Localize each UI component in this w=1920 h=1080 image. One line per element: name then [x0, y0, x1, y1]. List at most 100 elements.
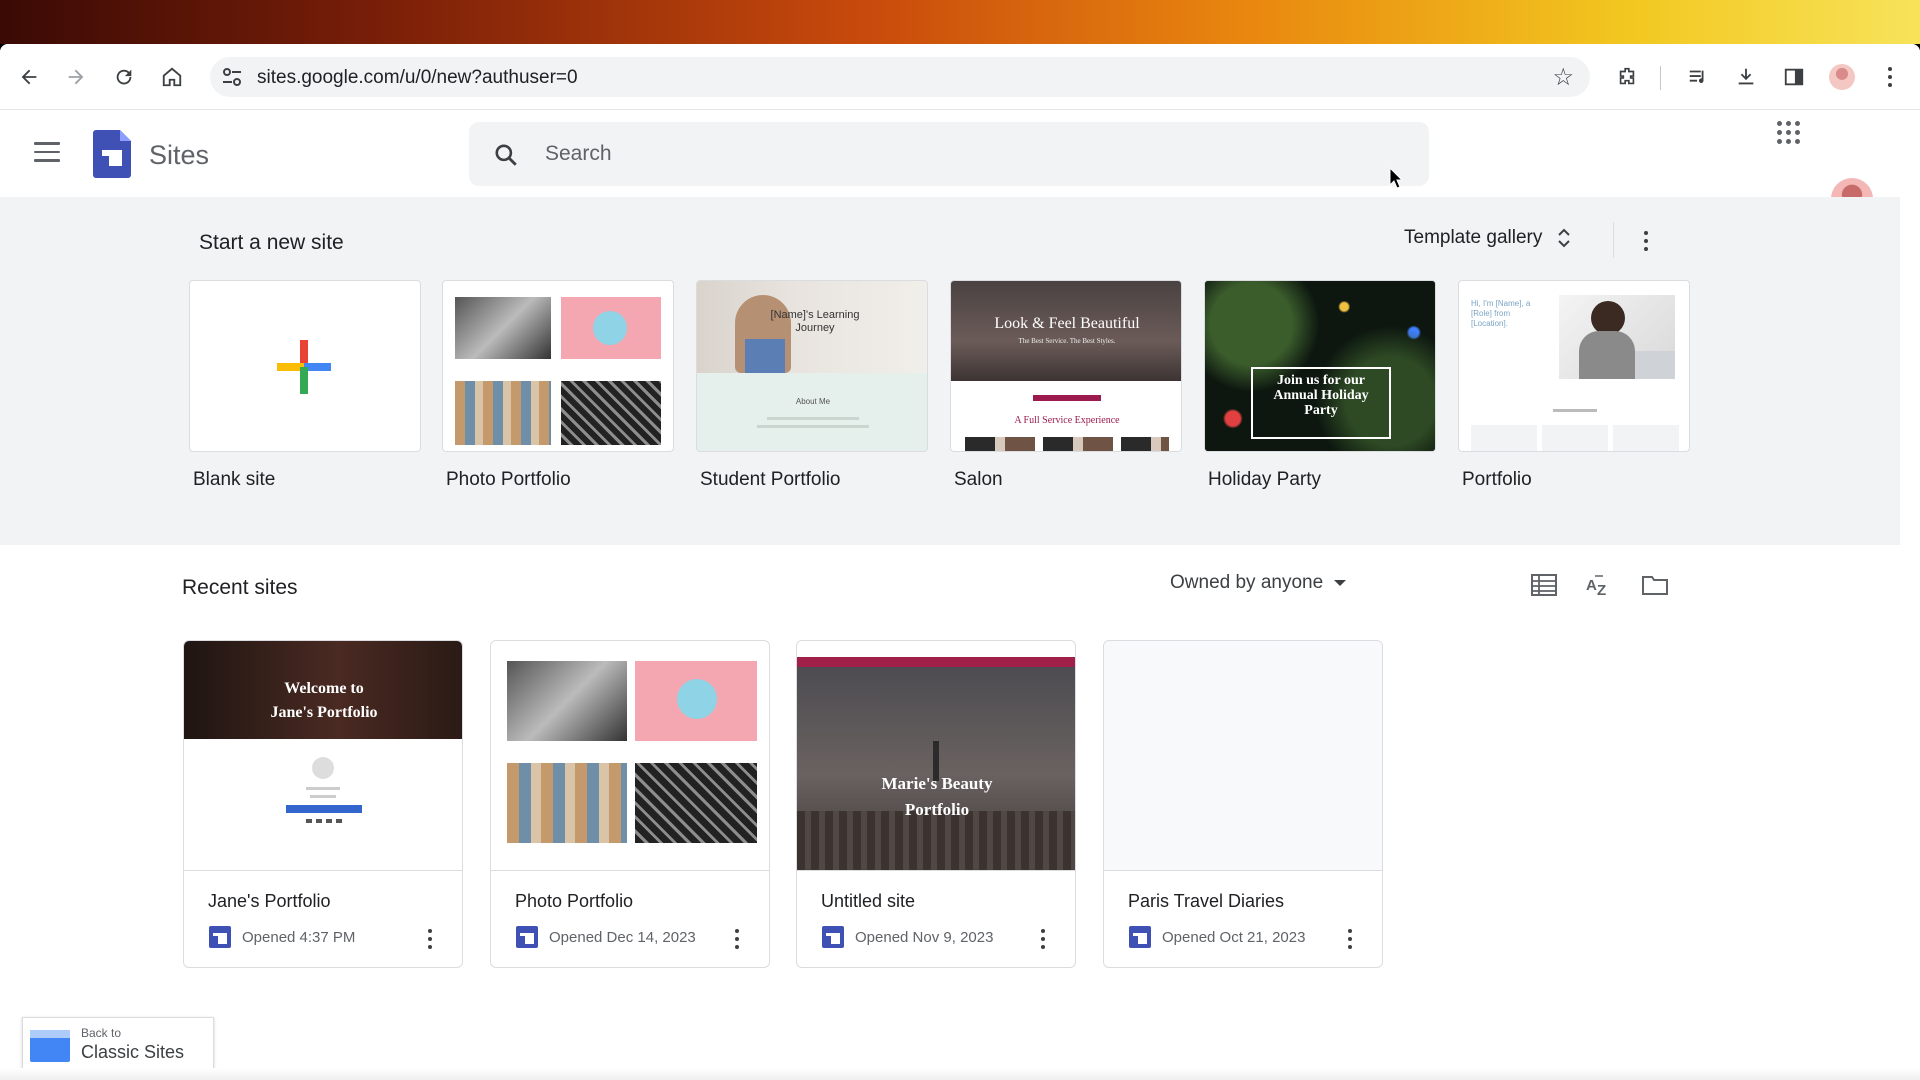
back-icon[interactable] — [13, 61, 45, 93]
home-icon[interactable] — [156, 61, 188, 93]
template-thumbnail[interactable]: Look & Feel Beautiful The Best Service. … — [950, 280, 1182, 452]
site-opened-date: Opened Oct 21, 2023 — [1162, 928, 1306, 946]
template-thumbnail[interactable]: Join us for our Annual Holiday Party — [1204, 280, 1436, 452]
site-opened-date: Opened Nov 9, 2023 — [855, 928, 994, 946]
svg-text:A: A — [1586, 577, 1597, 594]
main-menu-icon[interactable] — [34, 142, 60, 162]
google-apps-icon[interactable] — [1776, 120, 1800, 144]
recent-sites-title: Recent sites — [182, 576, 298, 599]
template-card-blank[interactable]: Blank site — [189, 280, 421, 491]
template-label: Student Portfolio — [700, 469, 841, 490]
site-thumb-text: Marie's Beauty Portfolio — [881, 774, 993, 819]
site-card-paris-travel-diaries[interactable]: Paris Travel Diaries Opened Oct 21, 2023 — [1103, 640, 1383, 968]
mouse-cursor-icon — [1389, 167, 1403, 189]
sites-logo-icon[interactable] — [93, 130, 131, 178]
site-name[interactable]: Untitled site — [821, 891, 915, 912]
site-card-janes-portfolio[interactable]: Welcome to Jane's Portfolio Jane's Portf… — [183, 640, 463, 968]
template-gallery-toggle[interactable]: Template gallery — [1404, 226, 1572, 250]
template-thumb-subtext-2: A Full Service Experience — [1014, 415, 1120, 426]
classic-line-2: Classic Sites — [81, 1042, 185, 1062]
sites-doc-icon — [209, 926, 231, 948]
desktop-background — [0, 0, 1920, 44]
site-thumbnail[interactable]: Welcome to Jane's Portfolio — [184, 641, 462, 871]
browser-toolbar: sites.google.com/u/0/new?authuser=0 ☆ — [0, 44, 1920, 110]
template-thumb-text: Hi, I'm [Name], a [Role] from [Location]… — [1471, 299, 1531, 328]
owner-filter-label[interactable]: Owned by anyone — [1170, 572, 1323, 594]
template-thumbnail[interactable]: Hi, I'm [Name], a [Role] from [Location]… — [1458, 280, 1690, 452]
template-label: Photo Portfolio — [446, 469, 571, 490]
url-text[interactable]: sites.google.com/u/0/new?authuser=0 — [257, 67, 578, 89]
toolbar-divider — [1660, 66, 1661, 90]
sites-doc-icon — [1129, 926, 1151, 948]
page-bottom-edge — [0, 1068, 1920, 1080]
reload-icon[interactable] — [108, 61, 140, 93]
template-label: Portfolio — [1462, 469, 1532, 490]
template-more-options-icon[interactable] — [1634, 229, 1658, 253]
app-header: Sites — [0, 110, 1920, 197]
template-thumbnail[interactable] — [442, 280, 674, 452]
extensions-icon[interactable] — [1611, 61, 1643, 93]
dropdown-arrow-icon — [1334, 580, 1347, 586]
search-box[interactable] — [469, 122, 1429, 186]
svg-text:Z: Z — [1597, 582, 1606, 597]
template-thumb-subtext: The Best Service. The Best Styles. — [1018, 337, 1116, 345]
template-label: Salon — [954, 469, 1003, 490]
site-name[interactable]: Paris Travel Diaries — [1128, 891, 1284, 912]
browser-window: sites.google.com/u/0/new?authuser=0 ☆ Si… — [0, 44, 1920, 1080]
sort-az-icon[interactable]: AZ — [1584, 570, 1614, 600]
site-meta: Opened Dec 14, 2023 — [515, 925, 696, 949]
site-more-options-icon[interactable] — [725, 927, 749, 951]
site-thumbnail[interactable]: Marie's Beauty Portfolio — [797, 641, 1075, 871]
site-thumb-text: Welcome to Jane's Portfolio — [270, 680, 378, 721]
list-view-icon[interactable] — [1529, 570, 1559, 600]
folder-icon[interactable] — [1640, 570, 1670, 600]
site-meta: Opened 4:37 PM — [208, 925, 355, 949]
app-title[interactable]: Sites — [149, 140, 209, 171]
owner-filter-dropdown[interactable]: Owned by anyone — [1170, 572, 1347, 594]
site-more-options-icon[interactable] — [1031, 927, 1055, 951]
site-more-options-icon[interactable] — [418, 927, 442, 951]
site-meta: Opened Nov 9, 2023 — [821, 925, 993, 949]
site-name[interactable]: Photo Portfolio — [515, 891, 633, 912]
template-thumbnail[interactable]: [Name]'s Learning Journey About Me — [696, 280, 928, 452]
template-thumbnail[interactable] — [189, 280, 421, 452]
template-card-holiday-party[interactable]: Join us for our Annual Holiday Party Hol… — [1204, 280, 1436, 491]
template-thumb-text: Join us for our Annual Holiday Party — [1273, 373, 1369, 418]
sites-doc-icon — [822, 926, 844, 948]
media-controls-icon[interactable] — [1682, 61, 1714, 93]
template-thumb-subtext: About Me — [795, 397, 831, 406]
template-label: Blank site — [193, 469, 276, 490]
site-thumbnail[interactable] — [491, 641, 769, 871]
site-card-untitled-site[interactable]: Marie's Beauty Portfolio Untitled site O… — [796, 640, 1076, 968]
template-thumb-text: [Name]'s Learning Journey — [770, 309, 860, 334]
address-bar[interactable]: sites.google.com/u/0/new?authuser=0 ☆ — [210, 57, 1590, 97]
back-to-classic-sites-button[interactable]: Back to Classic Sites — [22, 1017, 214, 1073]
template-card-portfolio[interactable]: Hi, I'm [Name], a [Role] from [Location]… — [1458, 280, 1690, 491]
template-card-salon[interactable]: Look & Feel Beautiful The Best Service. … — [950, 280, 1182, 491]
site-meta: Opened Oct 21, 2023 — [1128, 925, 1305, 949]
forward-icon[interactable] — [60, 61, 92, 93]
site-more-options-icon[interactable] — [1338, 927, 1362, 951]
site-card-photo-portfolio[interactable]: Photo Portfolio Opened Dec 14, 2023 — [490, 640, 770, 968]
expand-collapse-icon[interactable] — [1556, 226, 1572, 250]
site-name[interactable]: Jane's Portfolio — [208, 891, 331, 912]
start-new-site-title: Start a new site — [199, 231, 344, 254]
template-card-photo-portfolio[interactable]: Photo Portfolio — [442, 280, 674, 491]
site-opened-date: Opened 4:37 PM — [242, 928, 356, 946]
plus-icon — [277, 340, 331, 394]
site-thumbnail[interactable] — [1104, 641, 1382, 871]
bookmark-star-icon[interactable]: ☆ — [1552, 63, 1574, 92]
site-opened-date: Opened Dec 14, 2023 — [549, 928, 696, 946]
classic-line-1: Back to — [81, 1026, 122, 1040]
template-label: Holiday Party — [1208, 469, 1321, 490]
profile-avatar[interactable] — [1829, 64, 1855, 90]
classic-sites-icon — [30, 1030, 70, 1062]
search-input[interactable] — [545, 122, 1405, 186]
template-card-student-portfolio[interactable]: [Name]'s Learning Journey About Me Stude… — [696, 280, 928, 491]
side-panel-icon[interactable] — [1778, 61, 1810, 93]
template-gallery-label[interactable]: Template gallery — [1404, 227, 1542, 249]
template-thumb-text: Look & Feel Beautiful — [994, 315, 1140, 332]
download-icon[interactable] — [1730, 61, 1762, 93]
site-settings-icon[interactable] — [220, 65, 244, 89]
browser-menu-icon[interactable] — [1874, 61, 1906, 93]
